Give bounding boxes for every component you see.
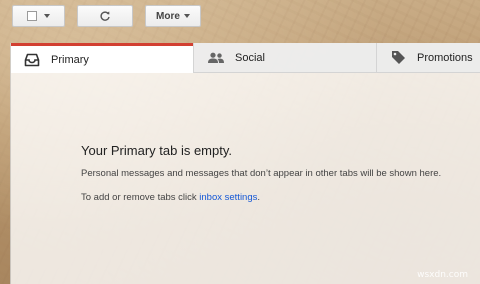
tag-icon (389, 50, 407, 66)
inbox-icon (23, 52, 41, 68)
more-button-label: More (156, 10, 180, 22)
chevron-down-icon (183, 14, 190, 18)
select-all-checkbox[interactable] (27, 11, 37, 21)
empty-state-hint: To add or remove tabs click inbox settin… (81, 192, 260, 203)
toolbar: More (0, 0, 480, 34)
people-icon (207, 50, 225, 66)
refresh-icon (99, 10, 111, 22)
tab-promotions[interactable]: Promotions (376, 43, 480, 73)
tab-primary-label: Primary (51, 53, 89, 66)
tab-primary[interactable]: Primary (11, 43, 193, 73)
more-button[interactable]: More (145, 5, 201, 27)
hint-prefix: To add or remove tabs click (81, 192, 200, 203)
inbox-panel: Primary Social Promotions Your Primary t… (10, 43, 480, 284)
refresh-button[interactable] (77, 5, 133, 27)
watermark: wsxdn.com (417, 270, 468, 280)
tab-promotions-label: Promotions (417, 51, 473, 64)
empty-state-title: Your Primary tab is empty. (81, 143, 232, 158)
tab-social-label: Social (235, 51, 265, 64)
hint-suffix: . (257, 192, 261, 203)
category-tabs: Primary Social Promotions (11, 43, 480, 73)
empty-state-description: Personal messages and messages that don’… (81, 168, 442, 179)
inbox-settings-link[interactable]: inbox settings (199, 192, 257, 203)
select-button[interactable] (12, 5, 65, 27)
chevron-down-icon (44, 14, 50, 18)
tab-social[interactable]: Social (193, 43, 376, 73)
